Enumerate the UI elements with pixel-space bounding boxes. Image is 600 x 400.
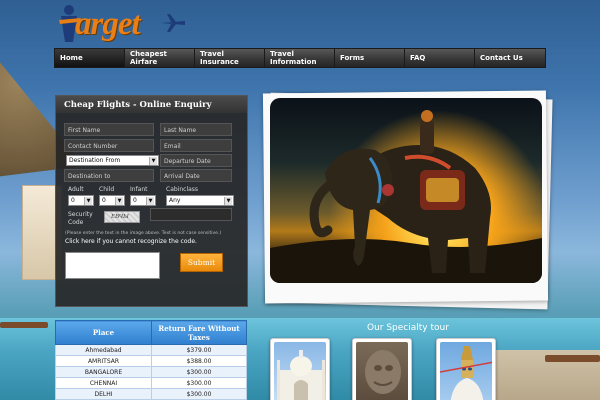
chevron-down-icon: ▼	[149, 157, 157, 165]
nav-travel-information[interactable]: Travel Information	[265, 49, 335, 67]
flight-enquiry-form: Cheap Flights - Online Enquiry First Nam…	[55, 95, 248, 307]
table-row: CHENNAI $300.00	[55, 377, 247, 389]
chevron-down-icon: ▼	[146, 197, 154, 205]
security-label: Security	[68, 211, 93, 218]
fare-place: Ahmedabad	[55, 344, 152, 356]
security-code-input[interactable]	[150, 208, 232, 221]
child-value: 0	[102, 197, 106, 204]
chevron-down-icon: ▼	[84, 197, 92, 205]
chevron-down-icon: ▼	[224, 197, 232, 205]
enquiry-title: Cheap Flights - Online Enquiry	[56, 96, 247, 113]
nav-contact-us[interactable]: Contact Us	[475, 49, 545, 67]
adult-value: 0	[71, 197, 75, 204]
adult-select[interactable]: 0 ▼	[68, 195, 94, 206]
adult-label: Adult	[68, 186, 84, 193]
destination-from-select[interactable]: Destination From ▼	[66, 155, 159, 166]
fare-price: $300.00	[151, 366, 247, 378]
sculpture-image	[356, 342, 408, 400]
captcha-answer-box[interactable]	[65, 252, 160, 279]
departure-date-field[interactable]: Departure Date	[160, 154, 232, 167]
submit-button[interactable]: Submit	[180, 253, 223, 272]
fare-place: AMRITSAR	[55, 355, 152, 367]
site-logo[interactable]: arget	[55, 2, 185, 46]
specialty-tour-title: Our Specialty tour	[367, 323, 449, 333]
infant-select[interactable]: 0 ▼	[130, 195, 156, 206]
email-field[interactable]: Email	[160, 139, 232, 152]
captcha-image: ЕВЧЫ	[104, 211, 140, 223]
table-row: AMRITSAR $388.00	[55, 355, 247, 367]
stupa-image	[440, 342, 492, 400]
fare-price: $379.00	[151, 344, 247, 356]
tour-sculpture[interactable]	[352, 338, 412, 400]
code-label: Code	[68, 219, 84, 226]
cabinclass-label: Cabinclass	[166, 186, 199, 193]
infant-label: Infant	[130, 186, 148, 193]
fare-place: CHENNAI	[55, 377, 152, 389]
fare-header-place: Place	[55, 320, 152, 345]
fare-place: DELHI	[55, 388, 152, 400]
fare-header-return: Return Fare Without Taxes	[151, 320, 247, 345]
destination-from-value: Destination From	[69, 157, 121, 164]
fare-table: Place Return Fare Without Taxes Ahmedaba…	[55, 320, 247, 400]
table-row: Ahmedabad $379.00	[55, 344, 247, 356]
fare-place: BANGALORE	[55, 366, 152, 378]
infant-value: 0	[133, 197, 137, 204]
taj-mahal-image	[274, 342, 326, 400]
fare-price: $300.00	[151, 377, 247, 389]
nav-faq[interactable]: FAQ	[405, 49, 475, 67]
main-nav: Home Cheapest Airfare Travel Insurance T…	[54, 48, 546, 68]
child-label: Child	[99, 186, 115, 193]
nav-travel-insurance[interactable]: Travel Insurance	[195, 49, 265, 67]
captcha-note: (Please enter the text in the image abov…	[65, 231, 222, 236]
table-row: DELHI $300.00	[55, 388, 247, 400]
airplane-icon	[161, 14, 185, 32]
captcha-refresh-link[interactable]: Click here if you cannot recognize the c…	[65, 238, 197, 245]
cabinclass-value: Any	[169, 197, 181, 204]
fare-price: $300.00	[151, 388, 247, 400]
contact-number-field[interactable]: Contact Number	[64, 139, 154, 152]
tour-taj-mahal[interactable]	[270, 338, 330, 400]
fare-price: $388.00	[151, 355, 247, 367]
cabinclass-select[interactable]: Any ▼	[166, 195, 234, 206]
nav-cheapest-airfare[interactable]: Cheapest Airfare	[125, 49, 195, 67]
tour-stupa[interactable]	[436, 338, 496, 400]
child-select[interactable]: 0 ▼	[99, 195, 125, 206]
featured-elephant-photo	[270, 98, 542, 283]
nav-forms[interactable]: Forms	[335, 49, 405, 67]
background-lounger	[0, 322, 48, 328]
nav-home[interactable]: Home	[55, 49, 125, 67]
table-row: BANGALORE $300.00	[55, 366, 247, 378]
logo-wordmark: arget	[75, 6, 141, 42]
arrival-date-field[interactable]: Arrival Date	[160, 169, 232, 182]
chevron-down-icon: ▼	[115, 197, 123, 205]
last-name-field[interactable]: Last Name	[160, 123, 232, 136]
first-name-field[interactable]: First Name	[64, 123, 154, 136]
background-lounger	[545, 355, 600, 362]
destination-to-field[interactable]: Destination to	[64, 169, 154, 182]
elephant-image	[270, 110, 542, 283]
